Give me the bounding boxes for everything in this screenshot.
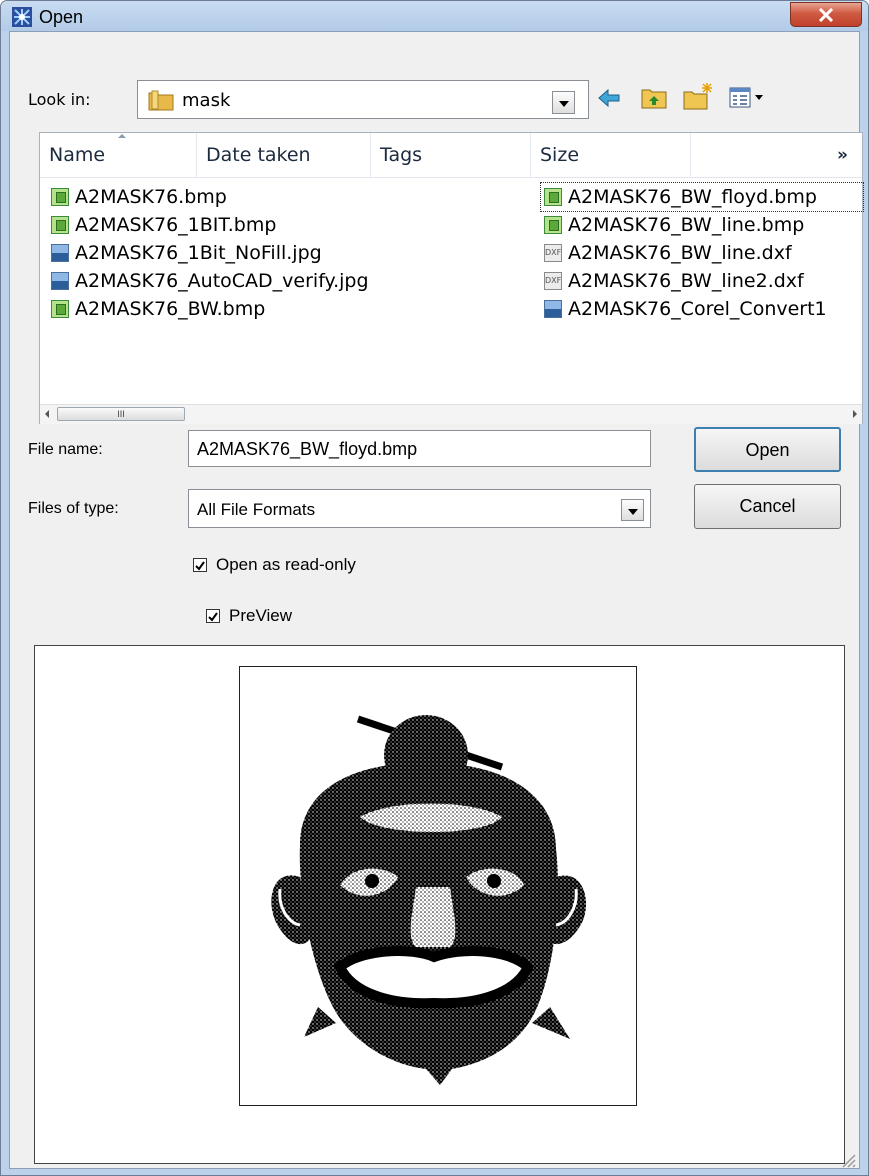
dxf-file-icon: DXF bbox=[544, 244, 562, 262]
look-in-dropdown-button[interactable] bbox=[552, 91, 575, 114]
bmp-file-icon bbox=[544, 188, 562, 206]
more-columns-chevron-icon[interactable]: » bbox=[691, 133, 862, 177]
column-header-name[interactable]: Name bbox=[40, 133, 197, 177]
read-only-checkbox[interactable] bbox=[193, 558, 207, 572]
dialog-body: Look in: mask Name Date taken Tags Size … bbox=[9, 31, 864, 1169]
horizontal-scrollbar[interactable]: III bbox=[40, 404, 862, 424]
column-header-size[interactable]: Size bbox=[531, 133, 691, 177]
file-type-select[interactable]: All File Formats bbox=[188, 489, 651, 528]
scrollbar-thumb[interactable]: III bbox=[57, 407, 185, 421]
file-item-selected[interactable]: A2MASK76_BW_floyd.bmp bbox=[544, 183, 862, 211]
column-header-tags[interactable]: Tags bbox=[371, 133, 531, 177]
file-item[interactable]: DXF A2MASK76_BW_line.dxf bbox=[544, 239, 862, 267]
look-in-label: Look in: bbox=[28, 90, 91, 109]
file-item[interactable]: A2MASK76_Corel_Convert1 bbox=[544, 295, 862, 323]
file-item[interactable]: A2MASK76_BW.bmp bbox=[51, 295, 351, 323]
file-name-input[interactable]: A2MASK76_BW_floyd.bmp bbox=[188, 430, 651, 467]
jpg-file-icon bbox=[51, 244, 69, 262]
bmp-file-icon bbox=[51, 216, 69, 234]
jpg-file-icon bbox=[544, 300, 562, 318]
new-folder-icon[interactable] bbox=[683, 82, 713, 110]
scroll-left-icon[interactable] bbox=[45, 410, 49, 418]
up-folder-icon[interactable] bbox=[641, 85, 667, 109]
file-name-label: File name: bbox=[28, 441, 103, 458]
preview-image-frame bbox=[239, 666, 637, 1106]
file-item[interactable]: DXF A2MASK76_BW_line2.dxf bbox=[544, 267, 862, 295]
mask-preview-image bbox=[271, 715, 587, 1085]
look-in-combo[interactable]: mask bbox=[137, 80, 589, 119]
file-type-value: All File Formats bbox=[197, 500, 316, 519]
dialog-title: Open bbox=[39, 7, 84, 27]
file-list-view[interactable]: Name Date taken Tags Size » A2MASK76.bmp… bbox=[39, 132, 864, 424]
file-item[interactable]: A2MASK76_BW_line.bmp bbox=[544, 211, 862, 239]
jpg-file-icon bbox=[51, 272, 69, 290]
preview-label[interactable]: PreView bbox=[229, 606, 292, 626]
column-header-row: Name Date taken Tags Size » bbox=[40, 133, 862, 178]
look-in-value: mask bbox=[182, 90, 231, 111]
file-type-label: Files of type: bbox=[28, 500, 119, 517]
views-menu-icon[interactable] bbox=[729, 87, 767, 109]
resize-grip-icon[interactable] bbox=[840, 1152, 856, 1168]
bmp-file-icon bbox=[544, 216, 562, 234]
read-only-label[interactable]: Open as read-only bbox=[216, 555, 356, 575]
cancel-button[interactable]: Cancel bbox=[694, 484, 841, 529]
scroll-right-icon[interactable] bbox=[853, 410, 857, 418]
file-item[interactable]: A2MASK76.bmp bbox=[51, 183, 351, 211]
file-item[interactable]: A2MASK76_AutoCAD_verify.jpg bbox=[51, 267, 431, 295]
column-header-date-taken[interactable]: Date taken bbox=[197, 133, 371, 177]
close-icon bbox=[818, 8, 834, 22]
file-item[interactable]: A2MASK76_1Bit_NoFill.jpg bbox=[51, 239, 381, 267]
close-button[interactable] bbox=[790, 2, 862, 27]
preview-checkbox[interactable] bbox=[206, 609, 220, 623]
checkmark-icon bbox=[195, 561, 205, 571]
bmp-file-icon bbox=[51, 300, 69, 318]
sort-arrow-icon bbox=[118, 134, 126, 138]
app-icon bbox=[12, 7, 32, 27]
file-name-value: A2MASK76_BW_floyd.bmp bbox=[197, 439, 418, 459]
bmp-file-icon bbox=[51, 188, 69, 206]
open-dialog: Open Look in: mask Name Date taken Tags … bbox=[0, 0, 869, 1176]
preview-pane bbox=[34, 645, 845, 1164]
file-type-dropdown-button[interactable] bbox=[621, 499, 644, 521]
open-button[interactable]: Open bbox=[694, 427, 841, 472]
dxf-file-icon: DXF bbox=[544, 272, 562, 290]
file-item[interactable]: A2MASK76_1BIT.bmp bbox=[51, 211, 351, 239]
folder-icon bbox=[148, 90, 174, 111]
checkmark-icon bbox=[208, 612, 218, 622]
title-bar[interactable]: Open bbox=[1, 1, 868, 31]
back-arrow-icon[interactable] bbox=[597, 87, 621, 109]
